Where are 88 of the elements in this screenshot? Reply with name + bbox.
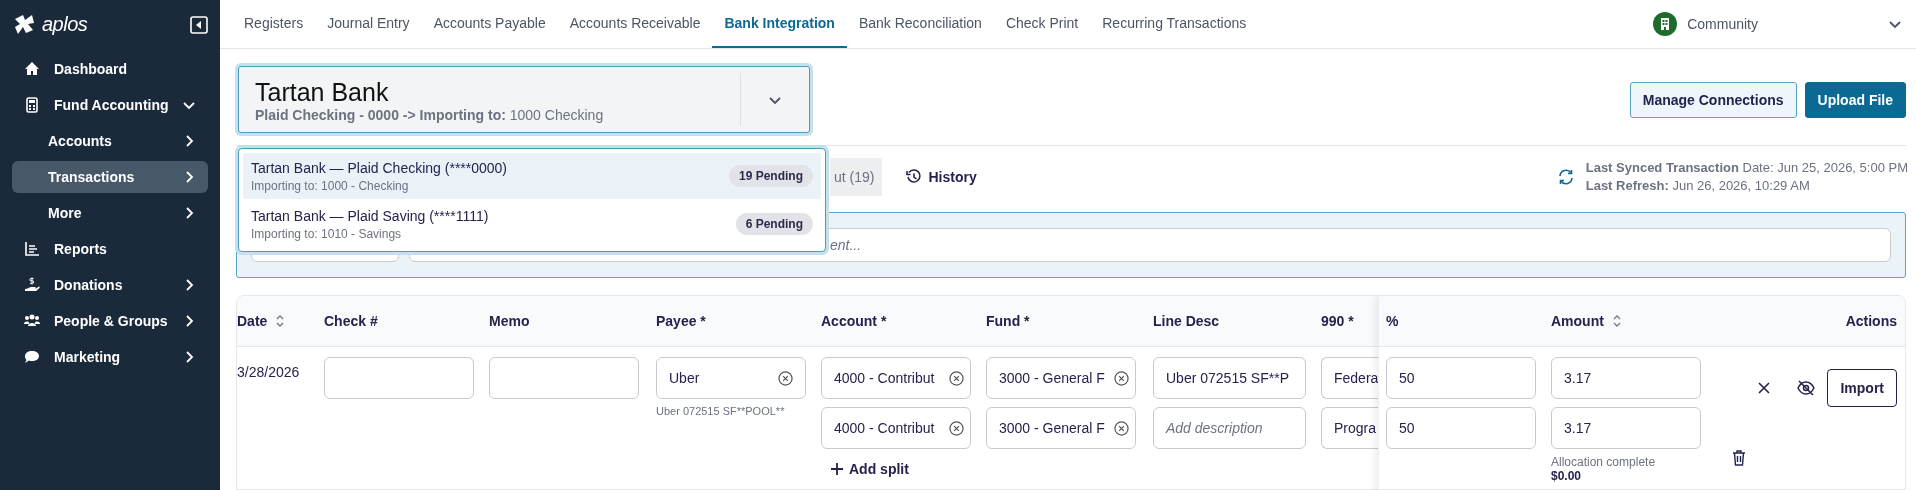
nav-tab[interactable]: Recurring Transactions [1090,0,1259,48]
trash-icon[interactable] [1732,450,1746,466]
input-field[interactable]: 3.17 [1551,357,1701,399]
sort-icon[interactable] [1611,314,1622,328]
clear-icon[interactable] [1114,370,1129,386]
input-field[interactable] [489,357,639,399]
pending-count: 6 Pending [735,213,813,235]
column-header: Check # [324,313,378,329]
bank-account-selector[interactable]: Tartan Bank Plaid Checking - 0000 -> Importing to: 1000 Checking [238,66,810,133]
calculator-icon [24,97,40,113]
clear-icon[interactable] [949,370,964,386]
nav-tab[interactable]: Accounts Receivable [557,0,713,48]
sidebar-item[interactable]: Fund Accounting [12,89,208,121]
column-header: % [1386,313,1399,329]
sort-icon[interactable] [275,314,286,328]
input-field[interactable]: 3.17 [1551,407,1701,449]
column-header: Line Desc [1153,313,1220,329]
input-field[interactable]: 3000 - General F [986,357,1136,399]
bank-account-option[interactable]: Tartan Bank — Plaid Checking (****0000) Importing to: 1000 - Checking 19 Pending [243,153,821,199]
hand-dollar-icon [24,277,40,293]
history-icon [906,169,923,185]
input-field[interactable]: 3000 - General F [986,407,1136,449]
sidebar-item[interactable]: Marketing [12,341,208,373]
column-header: Memo [489,313,530,329]
chart-icon [24,241,40,257]
sidebar-item[interactable]: People & Groups [12,305,208,337]
input-field[interactable]: Uber 072515 SF**P [1153,357,1306,399]
sidebar-item[interactable]: Transactions [12,161,208,193]
clear-icon[interactable] [778,370,793,386]
history-button[interactable]: History [906,169,977,185]
input-field[interactable]: Uber [656,357,806,399]
input-field[interactable]: Federa [1321,357,1378,399]
sidebar-item[interactable]: Accounts [12,125,208,157]
nav-tab[interactable]: Bank Integration [712,0,847,48]
nav-tab[interactable]: Journal Entry [315,0,422,48]
refresh-icon[interactable] [1557,169,1574,185]
upload-button[interactable]: Upload File [1804,81,1906,118]
date-text: 3/28/2026 [237,363,301,380]
column-header: 990 * [1321,313,1354,329]
option-title: Tartan Bank — Plaid Checking (****0000) [251,159,509,176]
account-mapping-text: Plaid Checking - 0000 -> Importing to: 1000 Checking [255,106,605,123]
option-subtitle: Importing to: 1000 - Checking [251,178,410,193]
bank-name: Tartan Bank [255,76,390,107]
plus-icon [831,463,843,475]
people-icon [24,313,40,329]
nav-tab[interactable]: Accounts Payable [421,0,558,48]
column-header: Amount [1551,313,1604,329]
input-field[interactable]: Progra [1321,407,1378,449]
sidebar-item[interactable]: Donations [12,269,208,301]
input-field[interactable]: 4000 - Contribut [821,357,971,399]
sidebar-item[interactable]: Reports [12,233,208,265]
pending-count: 19 Pending [729,165,813,187]
input-field[interactable] [324,357,474,399]
option-subtitle: Importing to: 1010 - Savings [251,226,403,241]
nav-tab[interactable]: Bank Reconciliation [846,0,994,48]
input-field[interactable]: Add description [1153,407,1306,449]
last-synced-text: Last Synced Transaction Date: Jun 25, 2026, 5:00 PM [1585,159,1908,177]
organization-name[interactable]: Community [1687,16,1758,32]
home-icon [24,61,40,77]
allocation-amount: $0.00 [1551,469,1583,483]
logo-text: aplos [42,13,88,36]
column-header: Fund * [986,313,1030,329]
column-header: Payee * [656,313,706,329]
column-header: Account * [821,313,887,329]
add-split-link[interactable]: Add split [831,461,986,477]
collapse-sidebar-icon[interactable] [190,15,208,34]
nav-tab[interactable]: Registers [232,0,316,48]
payee-note: Uber 072515 SF**POOL** [656,405,786,417]
import-button[interactable]: Import [1827,369,1897,407]
nav-tab[interactable]: Check Print [993,0,1091,48]
sidebar-item[interactable]: More [12,197,208,229]
clear-icon[interactable] [1114,420,1129,436]
input-field[interactable]: 50 [1386,407,1536,449]
eye-slash-icon[interactable] [1797,380,1816,396]
allocation-status: Allocation complete [1551,455,1657,469]
input-field[interactable]: 50 [1386,357,1536,399]
input-field[interactable]: 4000 - Contribut [821,407,971,449]
close-icon[interactable] [1757,381,1772,395]
sidebar-item[interactable]: Dashboard [12,53,208,85]
filter-button[interactable]: ut (19) [830,158,883,196]
last-refresh-text: Last Refresh: Jun 26, 2026, 10:29 AM [1585,177,1811,195]
speech-bubble-icon [24,349,40,365]
column-header: Date [237,313,268,329]
manage-button[interactable]: Manage Connections [1629,81,1797,118]
clear-icon[interactable] [949,420,964,436]
building-icon [1653,12,1678,36]
column-header: Actions [1845,313,1897,329]
option-title: Tartan Bank — Plaid Saving (****1111) [251,207,490,224]
